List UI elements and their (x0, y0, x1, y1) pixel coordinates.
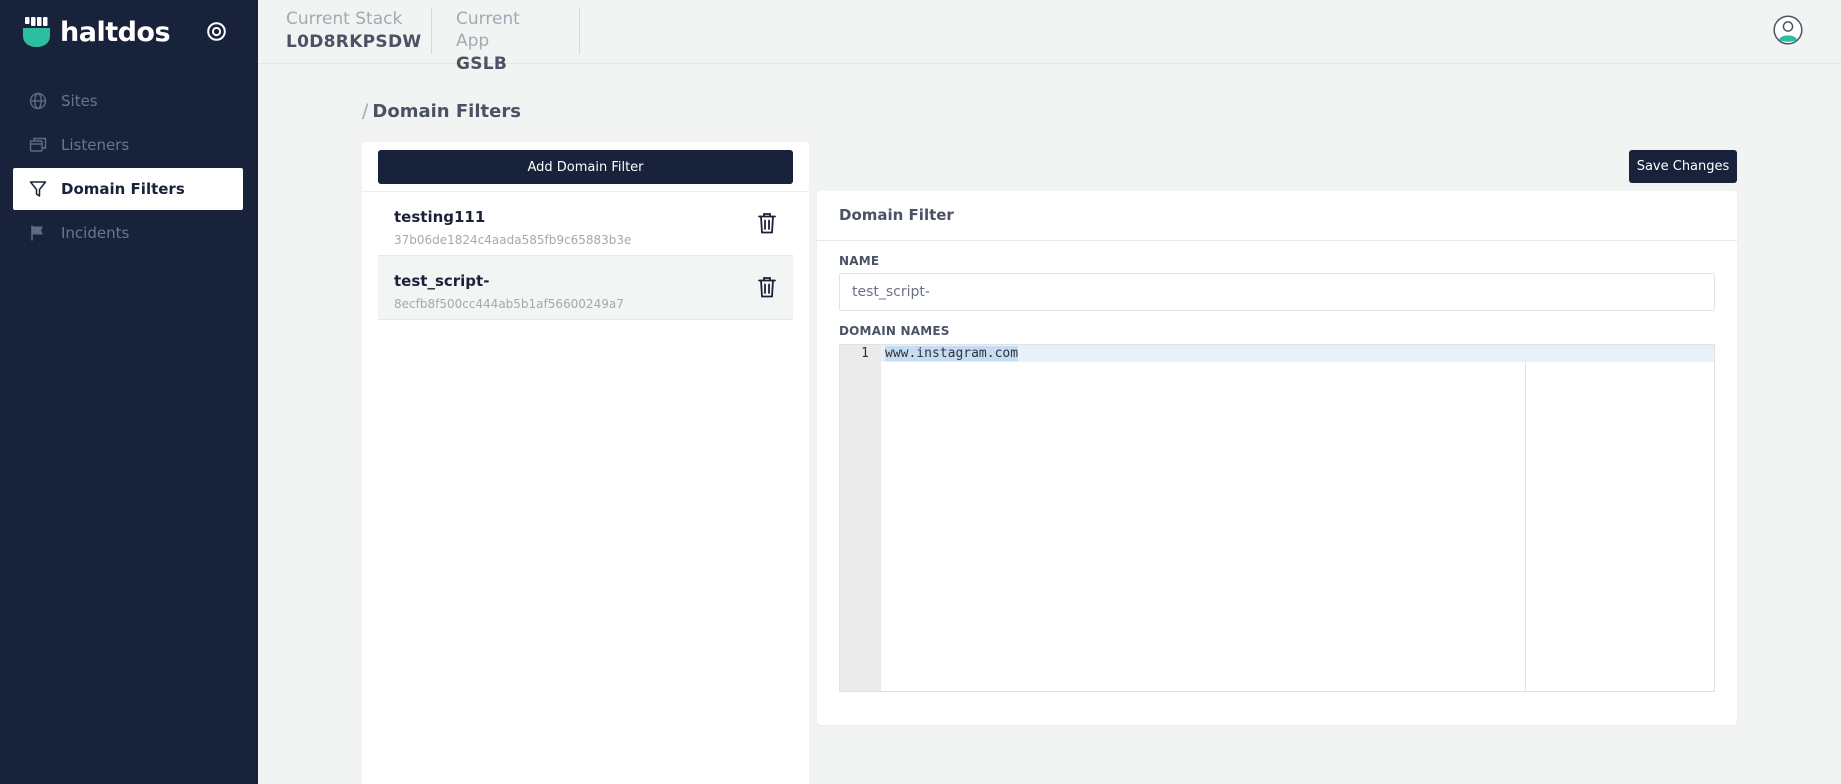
sidebar-item-listeners[interactable]: Listeners (13, 124, 243, 166)
breadcrumb: / Domain Filters (362, 100, 521, 122)
top-header: Current Stack L0D8RKPSDW Current App GSL… (258, 0, 1841, 74)
sidebar-item-label: Sites (61, 92, 98, 110)
domain-filter-list-panel: Add Domain Filter testing111 37b06de1824… (362, 142, 809, 784)
name-label: NAME (839, 254, 880, 268)
save-changes-button[interactable]: Save Changes (1629, 150, 1737, 183)
filter-id: 37b06de1824c4aada585fb9c65883b3e (394, 233, 632, 247)
trash-icon[interactable] (757, 276, 777, 298)
brand[interactable]: haltdos (22, 14, 171, 50)
editor-gutter: 1 (840, 345, 881, 691)
line-number: 1 (861, 346, 869, 361)
sidebar-item-label: Domain Filters (61, 180, 185, 198)
haltdos-logo-icon (23, 17, 50, 47)
panel-title: Domain Filter (839, 206, 954, 224)
editor-line[interactable]: www.instagram.com (885, 346, 1019, 362)
domain-filter-detail-panel: Domain Filter NAME DOMAIN NAMES 1 www.in… (817, 191, 1737, 725)
current-app-selector[interactable]: Current App GSLB (432, 8, 580, 74)
current-stack-value: L0D8RKPSDW (286, 32, 422, 52)
domain-filter-list: testing111 37b06de1824c4aada585fb9c65883… (378, 192, 793, 320)
domain-names-editor[interactable]: 1 www.instagram.com (839, 344, 1715, 692)
flag-icon (29, 224, 47, 242)
list-item[interactable]: test_script- 8ecfb8f500cc444ab5b1af56600… (378, 256, 793, 320)
current-app-value: GSLB (456, 54, 508, 74)
breadcrumb-separator: / (362, 100, 369, 122)
filter-icon (29, 180, 47, 198)
current-stack-selector[interactable]: Current Stack L0D8RKPSDW (258, 8, 432, 54)
sidebar-item-sites[interactable]: Sites (13, 80, 243, 122)
filter-name: testing111 (394, 208, 486, 226)
list-item[interactable]: testing111 37b06de1824c4aada585fb9c65883… (378, 192, 793, 256)
sidebar-item-domain-filters[interactable]: Domain Filters (13, 168, 243, 210)
add-domain-filter-button[interactable]: Add Domain Filter (378, 150, 793, 184)
sidebar-nav: Sites Listeners Domain Filters Incidents (13, 80, 243, 256)
print-margin (1525, 362, 1526, 691)
divider (817, 240, 1737, 241)
domain-names-label: DOMAIN NAMES (839, 324, 950, 338)
sidebar-item-incidents[interactable]: Incidents (13, 212, 243, 254)
user-avatar-icon[interactable] (1773, 15, 1803, 45)
sidebar: haltdos Sites Listeners Domain Filters I… (0, 0, 258, 784)
name-input[interactable] (839, 273, 1715, 311)
windows-icon (29, 136, 47, 154)
trash-icon[interactable] (757, 212, 777, 234)
current-app-label: Current App (456, 9, 520, 51)
sidebar-item-label: Listeners (61, 136, 130, 154)
globe-icon (29, 92, 47, 110)
sidebar-toggle-icon[interactable] (206, 21, 227, 42)
filter-id: 8ecfb8f500cc444ab5b1af56600249a7 (394, 297, 624, 311)
page-title: Domain Filters (372, 100, 521, 122)
editor-line-text: www.instagram.com (885, 346, 1019, 361)
brand-name: haltdos (60, 16, 171, 48)
sidebar-item-label: Incidents (61, 224, 130, 242)
filter-name: test_script- (394, 272, 490, 290)
current-stack-label: Current Stack (286, 9, 403, 29)
